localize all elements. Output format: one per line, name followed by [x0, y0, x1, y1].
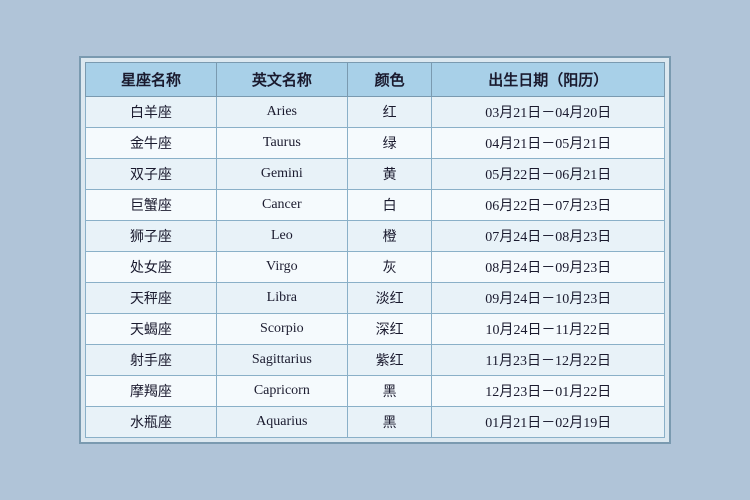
- cell-9-2: 黑: [347, 376, 432, 407]
- cell-1-0: 金牛座: [86, 128, 217, 159]
- cell-10-2: 黑: [347, 407, 432, 438]
- cell-1-3: 04月21日－05月21日: [432, 128, 665, 159]
- cell-4-1: Leo: [216, 221, 347, 252]
- column-header-1: 英文名称: [216, 63, 347, 97]
- cell-7-1: Scorpio: [216, 314, 347, 345]
- cell-10-3: 01月21日－02月19日: [432, 407, 665, 438]
- table-row: 巨蟹座Cancer白06月22日－07月23日: [86, 190, 665, 221]
- cell-0-0: 白羊座: [86, 97, 217, 128]
- cell-5-0: 处女座: [86, 252, 217, 283]
- cell-5-1: Virgo: [216, 252, 347, 283]
- cell-10-1: Aquarius: [216, 407, 347, 438]
- cell-9-3: 12月23日－01月22日: [432, 376, 665, 407]
- cell-3-2: 白: [347, 190, 432, 221]
- cell-3-0: 巨蟹座: [86, 190, 217, 221]
- cell-6-1: Libra: [216, 283, 347, 314]
- cell-2-0: 双子座: [86, 159, 217, 190]
- table-row: 摩羯座Capricorn黑12月23日－01月22日: [86, 376, 665, 407]
- cell-8-1: Sagittarius: [216, 345, 347, 376]
- cell-5-3: 08月24日－09月23日: [432, 252, 665, 283]
- cell-3-3: 06月22日－07月23日: [432, 190, 665, 221]
- table-row: 水瓶座Aquarius黑01月21日－02月19日: [86, 407, 665, 438]
- column-header-2: 颜色: [347, 63, 432, 97]
- zodiac-table-wrapper: 星座名称英文名称颜色出生日期（阳历） 白羊座Aries红03月21日－04月20…: [79, 56, 671, 444]
- cell-6-2: 淡红: [347, 283, 432, 314]
- cell-1-2: 绿: [347, 128, 432, 159]
- cell-9-1: Capricorn: [216, 376, 347, 407]
- column-header-3: 出生日期（阳历）: [432, 63, 665, 97]
- cell-1-1: Taurus: [216, 128, 347, 159]
- cell-4-3: 07月24日－08月23日: [432, 221, 665, 252]
- table-row: 射手座Sagittarius紫红11月23日－12月22日: [86, 345, 665, 376]
- cell-8-2: 紫红: [347, 345, 432, 376]
- cell-2-3: 05月22日－06月21日: [432, 159, 665, 190]
- cell-6-3: 09月24日－10月23日: [432, 283, 665, 314]
- cell-0-3: 03月21日－04月20日: [432, 97, 665, 128]
- table-row: 金牛座Taurus绿04月21日－05月21日: [86, 128, 665, 159]
- cell-4-0: 狮子座: [86, 221, 217, 252]
- table-row: 天蝎座Scorpio深红10月24日－11月22日: [86, 314, 665, 345]
- cell-7-0: 天蝎座: [86, 314, 217, 345]
- cell-9-0: 摩羯座: [86, 376, 217, 407]
- cell-7-2: 深红: [347, 314, 432, 345]
- cell-3-1: Cancer: [216, 190, 347, 221]
- cell-5-2: 灰: [347, 252, 432, 283]
- cell-10-0: 水瓶座: [86, 407, 217, 438]
- cell-4-2: 橙: [347, 221, 432, 252]
- table-row: 处女座Virgo灰08月24日－09月23日: [86, 252, 665, 283]
- cell-2-2: 黄: [347, 159, 432, 190]
- cell-8-0: 射手座: [86, 345, 217, 376]
- cell-0-2: 红: [347, 97, 432, 128]
- column-header-0: 星座名称: [86, 63, 217, 97]
- cell-2-1: Gemini: [216, 159, 347, 190]
- table-row: 狮子座Leo橙07月24日－08月23日: [86, 221, 665, 252]
- cell-7-3: 10月24日－11月22日: [432, 314, 665, 345]
- cell-0-1: Aries: [216, 97, 347, 128]
- zodiac-table: 星座名称英文名称颜色出生日期（阳历） 白羊座Aries红03月21日－04月20…: [85, 62, 665, 438]
- table-row: 天秤座Libra淡红09月24日－10月23日: [86, 283, 665, 314]
- cell-8-3: 11月23日－12月22日: [432, 345, 665, 376]
- table-row: 白羊座Aries红03月21日－04月20日: [86, 97, 665, 128]
- cell-6-0: 天秤座: [86, 283, 217, 314]
- table-row: 双子座Gemini黄05月22日－06月21日: [86, 159, 665, 190]
